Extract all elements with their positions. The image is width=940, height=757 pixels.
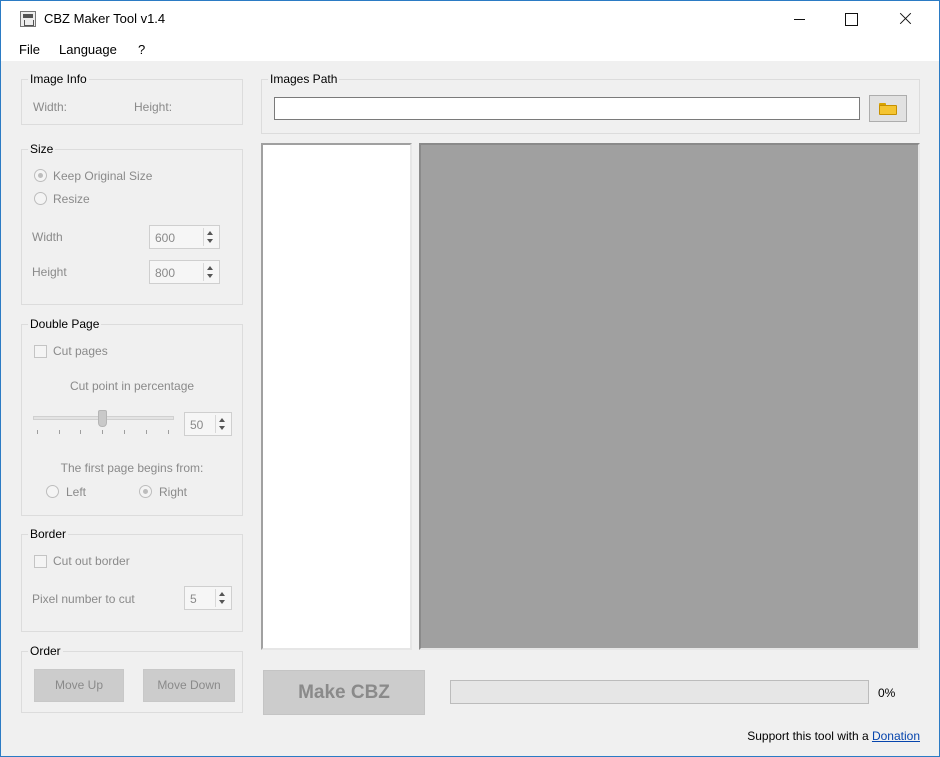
slider-tick (37, 430, 38, 434)
cut-point-spin-buttons[interactable] (215, 415, 229, 433)
pixel-cut-value: 5 (190, 592, 197, 606)
spin-down-icon[interactable] (207, 239, 213, 243)
cut-point-spinner[interactable]: 50 (184, 412, 232, 436)
slider-tick (124, 430, 125, 434)
height-spinner[interactable]: 800 (149, 260, 220, 284)
cut-pages-checkbox[interactable] (34, 345, 47, 358)
pixel-cut-spin-buttons[interactable] (215, 589, 229, 607)
order-group: Order Move Up Move Down (21, 644, 243, 713)
make-cbz-button[interactable]: Make CBZ (263, 670, 425, 715)
keep-original-label: Keep Original Size (53, 169, 153, 183)
app-icon (20, 11, 36, 27)
image-info-title: Image Info (28, 72, 89, 86)
support-text: Support this tool with a (747, 729, 872, 743)
menu-language[interactable]: Language (59, 42, 117, 57)
spin-down-icon[interactable] (219, 600, 225, 604)
title-bar: CBZ Maker Tool v1.4 (1, 1, 939, 37)
slider-tick (168, 430, 169, 434)
width-value: 600 (155, 231, 176, 245)
image-info-group: Image Info Width: Height: (21, 72, 243, 125)
move-down-button[interactable]: Move Down (143, 669, 235, 702)
first-page-right-label: Right (159, 485, 188, 499)
border-title: Border (28, 527, 69, 541)
app-window: CBZ Maker Tool v1.4 File Language ? Imag… (0, 0, 940, 757)
width-spin-buttons[interactable] (203, 228, 217, 246)
progress-bar (450, 680, 869, 704)
folder-icon (879, 103, 897, 115)
keep-original-radio[interactable] (34, 169, 47, 182)
image-preview (419, 143, 920, 650)
progress-percent: 0% (878, 686, 896, 700)
images-path-input[interactable] (274, 97, 860, 120)
double-page-group: Double Page Cut pages Cut point in perce… (21, 317, 243, 516)
images-path-group: Images Path (261, 72, 920, 134)
cut-point-label: Cut point in percentage (69, 379, 195, 393)
double-page-title: Double Page (28, 317, 102, 331)
close-button[interactable] (882, 1, 928, 37)
spin-up-icon[interactable] (219, 418, 225, 422)
spin-down-icon[interactable] (219, 426, 225, 430)
slider-tick (146, 430, 147, 434)
cut-pages-label: Cut pages (53, 344, 108, 358)
size-title: Size (28, 142, 56, 156)
height-label: Height (32, 265, 67, 279)
window-title: CBZ Maker Tool v1.4 (44, 11, 166, 26)
first-page-right-radio[interactable] (139, 485, 152, 498)
menu-file[interactable]: File (19, 42, 40, 57)
resize-label: Resize (53, 192, 90, 206)
width-label: Width (32, 230, 63, 244)
height-value: 800 (155, 266, 176, 280)
move-up-button[interactable]: Move Up (34, 669, 124, 702)
slider-tick (59, 430, 60, 434)
width-spinner[interactable]: 600 (149, 225, 220, 249)
height-spin-buttons[interactable] (203, 263, 217, 281)
spin-up-icon[interactable] (207, 266, 213, 270)
spin-down-icon[interactable] (207, 274, 213, 278)
slider-tick (102, 430, 103, 434)
cut-point-slider-thumb[interactable] (98, 410, 107, 427)
pixel-cut-spinner[interactable]: 5 (184, 586, 232, 610)
maximize-button[interactable] (828, 1, 874, 37)
donation-link[interactable]: Donation (872, 729, 920, 743)
resize-radio[interactable] (34, 192, 47, 205)
first-page-left-radio[interactable] (46, 485, 59, 498)
minimize-button[interactable] (777, 1, 823, 37)
cut-border-checkbox[interactable] (34, 555, 47, 568)
spin-up-icon[interactable] (219, 592, 225, 596)
pixel-cut-label: Pixel number to cut (32, 592, 135, 606)
first-page-left-label: Left (66, 485, 87, 499)
slider-tick (80, 430, 81, 434)
image-height-label: Height: (134, 100, 173, 114)
cut-point-value: 50 (190, 418, 204, 432)
size-group: Size Keep Original Size Resize Width 600… (21, 142, 243, 305)
order-title: Order (28, 644, 63, 658)
support-footer: Support this tool with a Donation (747, 729, 920, 743)
images-path-title: Images Path (268, 72, 340, 86)
spin-up-icon[interactable] (207, 231, 213, 235)
image-width-label: Width: (33, 100, 68, 114)
menu-bar: File Language ? (1, 37, 939, 61)
browse-folder-button[interactable] (869, 95, 907, 122)
border-group: Border Cut out border Pixel number to cu… (21, 527, 243, 632)
cut-border-label: Cut out border (53, 554, 130, 568)
first-page-label: The first page begins from: (60, 461, 204, 475)
menu-help[interactable]: ? (138, 42, 145, 57)
image-list[interactable] (261, 143, 412, 650)
